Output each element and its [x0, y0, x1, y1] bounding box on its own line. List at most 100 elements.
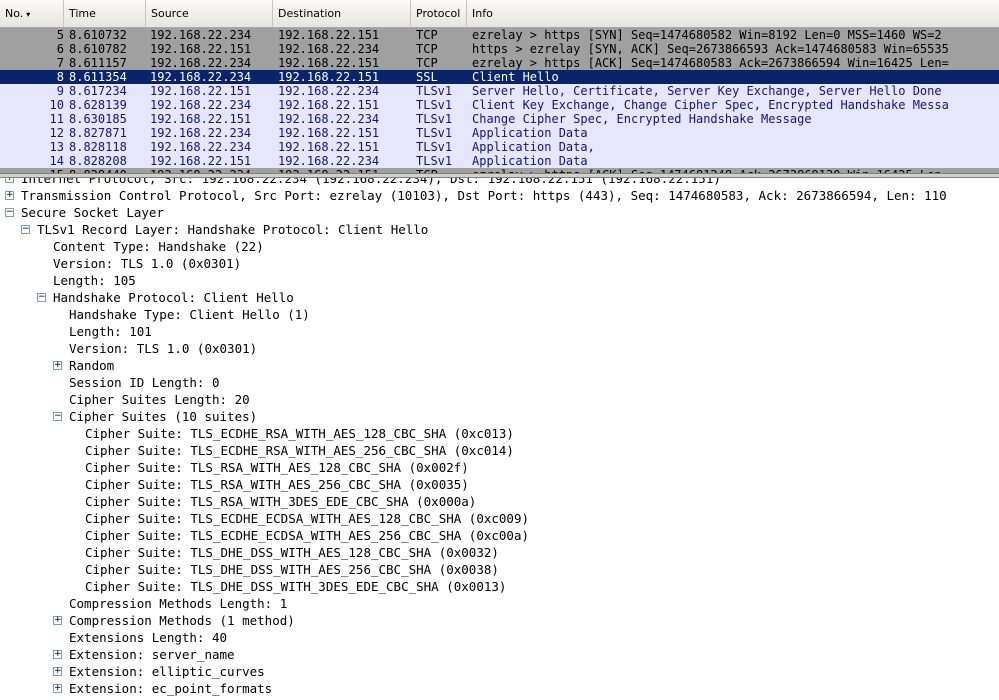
- cell-no: 13: [49, 140, 64, 154]
- expand-icon[interactable]: +: [53, 667, 62, 676]
- tree-item[interactable]: + Extension: elliptic_curves: [0, 663, 999, 680]
- tree-item[interactable]: + Transmission Control Protocol, Src Port…: [0, 187, 999, 204]
- packet-row[interactable]: 9 8.617234 192.168.22.151 192.168.22.234 TLS…: [0, 84, 999, 98]
- tree-item[interactable]: − TLSv1 Record Layer: Handshake Protocol:…: [0, 221, 999, 238]
- cell-source: 192.168.22.151: [150, 112, 252, 126]
- tree-item[interactable]: Content Type: Handshake (22): [0, 238, 999, 255]
- tree-item-label: Handshake Type: Client Hello (1): [69, 307, 310, 322]
- cell-time: 8.828118: [69, 140, 127, 154]
- tree-item[interactable]: Cipher Suite: TLS_ECDHE_RSA_WITH_AES_128…: [0, 425, 999, 442]
- tree-item-label: Cipher Suite: TLS_DHE_DSS_WITH_AES_128_C…: [85, 545, 499, 560]
- packet-list-pane[interactable]: No. ▾ Time Source Destination Protocol In…: [0, 0, 999, 174]
- packet-row[interactable]: 14 8.828208 192.168.22.151 192.168.22.234 TL…: [0, 154, 999, 168]
- tree-item[interactable]: − Cipher Suites (10 suites): [0, 408, 999, 425]
- tree-item[interactable]: + Internet Protocol, Src: 192.168.22.234 …: [0, 178, 999, 187]
- tree-item-label: Cipher Suite: TLS_ECDHE_ECDSA_WITH_AES_1…: [85, 511, 530, 526]
- tree-item[interactable]: Cipher Suite: TLS_RSA_WITH_AES_128_CBC_S…: [0, 459, 999, 476]
- tree-item[interactable]: Cipher Suite: TLS_DHE_DSS_WITH_AES_256_C…: [0, 561, 999, 578]
- tree-item[interactable]: − Handshake Protocol: Client Hello: [0, 289, 999, 306]
- cell-source: 192.168.22.234: [150, 126, 252, 140]
- tree-item[interactable]: Session ID Length: 0: [0, 374, 999, 391]
- column-label: Destination: [278, 7, 342, 20]
- tree-item[interactable]: − Secure Socket Layer: [0, 204, 999, 221]
- tree-item-label: Cipher Suites Length: 20: [69, 392, 250, 407]
- tree-item-label: Version: TLS 1.0 (0x0301): [53, 256, 242, 271]
- tree-item[interactable]: Length: 101: [0, 323, 999, 340]
- cell-info: ezrelay > https [ACK] Seq=1474680583 Ack…: [472, 56, 949, 70]
- cell-source: 192.168.22.151: [150, 84, 252, 98]
- collapse-icon[interactable]: −: [53, 412, 62, 421]
- column-header-protocol[interactable]: Protocol: [411, 0, 467, 27]
- tree-item[interactable]: Cipher Suite: TLS_ECDHE_ECDSA_WITH_AES_2…: [0, 527, 999, 544]
- packet-row[interactable]: 8 8.611354 192.168.22.234 192.168.22.151 SSL…: [0, 70, 999, 84]
- tree-item-label: TLSv1 Record Layer: Handshake Protocol: …: [37, 222, 429, 237]
- packet-detail-pane[interactable]: + Internet Protocol, Src: 192.168.22.234 …: [0, 178, 999, 700]
- cell-info: Application Data: [472, 126, 588, 140]
- cell-time: 8.610732: [69, 28, 127, 42]
- cell-destination: 192.168.22.151: [278, 126, 380, 140]
- tree-item[interactable]: Cipher Suite: TLS_ECDHE_RSA_WITH_AES_256…: [0, 442, 999, 459]
- tree-item[interactable]: + Extension: server_name: [0, 646, 999, 663]
- tree-item[interactable]: Version: TLS 1.0 (0x0301): [0, 340, 999, 357]
- cell-no: 10: [49, 98, 64, 112]
- packet-row[interactable]: 12 8.827871 192.168.22.234 192.168.22.151 TL…: [0, 126, 999, 140]
- cell-info: Client Hello: [472, 70, 559, 84]
- collapse-icon[interactable]: −: [37, 293, 46, 302]
- tree-item-label: Cipher Suite: TLS_ECDHE_RSA_WITH_AES_256…: [85, 443, 514, 458]
- tree-item[interactable]: + Compression Methods (1 method): [0, 612, 999, 629]
- tree-item[interactable]: + Extension: ec_point_formats: [0, 680, 999, 697]
- cell-protocol: TLSv1: [416, 98, 453, 112]
- tree-item[interactable]: Cipher Suite: TLS_DHE_DSS_WITH_3DES_EDE_…: [0, 578, 999, 595]
- collapse-icon[interactable]: −: [21, 225, 30, 234]
- tree-item[interactable]: Version: TLS 1.0 (0x0301): [0, 255, 999, 272]
- packet-row[interactable]: 5 8.610732 192.168.22.234 192.168.22.151 TCP…: [0, 28, 999, 42]
- cell-source: 192.168.22.151: [150, 154, 252, 168]
- cell-info: Change Cipher Spec, Encrypted Handshake …: [472, 112, 812, 126]
- packet-row[interactable]: 7 8.611157 192.168.22.234 192.168.22.151 TCP…: [0, 56, 999, 70]
- expand-icon[interactable]: +: [53, 650, 62, 659]
- tree-item[interactable]: + Random: [0, 357, 999, 374]
- column-header-destination[interactable]: Destination: [273, 0, 411, 27]
- expand-icon[interactable]: +: [53, 684, 62, 693]
- tree-item[interactable]: Extensions Length: 40: [0, 629, 999, 646]
- expand-icon[interactable]: +: [53, 616, 62, 625]
- cell-info: Application Data,: [472, 140, 595, 154]
- collapse-icon[interactable]: −: [5, 208, 14, 217]
- column-header-source[interactable]: Source: [146, 0, 273, 27]
- packet-row[interactable]: 10 8.628139 192.168.22.234 192.168.22.151 TL…: [0, 98, 999, 112]
- cell-destination: 192.168.22.234: [278, 112, 380, 126]
- tree-item[interactable]: Length: 105: [0, 272, 999, 289]
- column-header-time[interactable]: Time: [64, 0, 146, 27]
- tree-item[interactable]: Cipher Suite: TLS_RSA_WITH_AES_256_CBC_S…: [0, 476, 999, 493]
- tree-item-label: Extension: ec_point_formats: [69, 681, 273, 696]
- tree-item[interactable]: Cipher Suite: TLS_ECDHE_ECDSA_WITH_AES_1…: [0, 510, 999, 527]
- tree-item[interactable]: Cipher Suites Length: 20: [0, 391, 999, 408]
- packet-row[interactable]: 13 8.828118 192.168.22.234 192.168.22.151 TL…: [0, 140, 999, 154]
- cell-protocol: TLSv1: [416, 84, 453, 98]
- tree-item-label: Extensions Length: 40: [69, 630, 228, 645]
- column-label: Time: [69, 7, 96, 20]
- tree-item[interactable]: Compression Methods Length: 1: [0, 595, 999, 612]
- packet-row[interactable]: 6 8.610782 192.168.22.151 192.168.22.234 TCP…: [0, 42, 999, 56]
- tree-item-label: Extension: elliptic_curves: [69, 664, 265, 679]
- cell-destination: 192.168.22.151: [278, 56, 380, 70]
- tree-item[interactable]: Handshake Type: Client Hello (1): [0, 306, 999, 323]
- cell-destination: 192.168.22.234: [278, 154, 380, 168]
- column-header-no[interactable]: No. ▾: [0, 0, 64, 27]
- cell-time: 8.628139: [69, 98, 127, 112]
- packet-row[interactable]: 11 8.630185 192.168.22.151 192.168.22.234 TL…: [0, 112, 999, 126]
- expand-icon[interactable]: +: [53, 361, 62, 370]
- tree-item[interactable]: Cipher Suite: TLS_RSA_WITH_3DES_EDE_CBC_…: [0, 493, 999, 510]
- expand-icon[interactable]: +: [5, 178, 14, 183]
- tree-item-label: Session ID Length: 0: [69, 375, 220, 390]
- packet-list-header: No. ▾ Time Source Destination Protocol In…: [0, 0, 999, 28]
- expand-icon[interactable]: +: [5, 191, 14, 200]
- tree-item-label: Cipher Suite: TLS_ECDHE_ECDSA_WITH_AES_2…: [85, 528, 530, 543]
- tree-item-label: Cipher Suite: TLS_RSA_WITH_AES_256_CBC_S…: [85, 477, 469, 492]
- tree-item-label: Random: [69, 358, 115, 373]
- tree-item-label: Cipher Suites (10 suites): [69, 409, 258, 424]
- cell-info: Server Hello, Certificate, Server Key Ex…: [472, 84, 942, 98]
- cell-protocol: TLSv1: [416, 154, 453, 168]
- tree-item[interactable]: Cipher Suite: TLS_DHE_DSS_WITH_AES_128_C…: [0, 544, 999, 561]
- column-header-info[interactable]: Info: [467, 0, 999, 27]
